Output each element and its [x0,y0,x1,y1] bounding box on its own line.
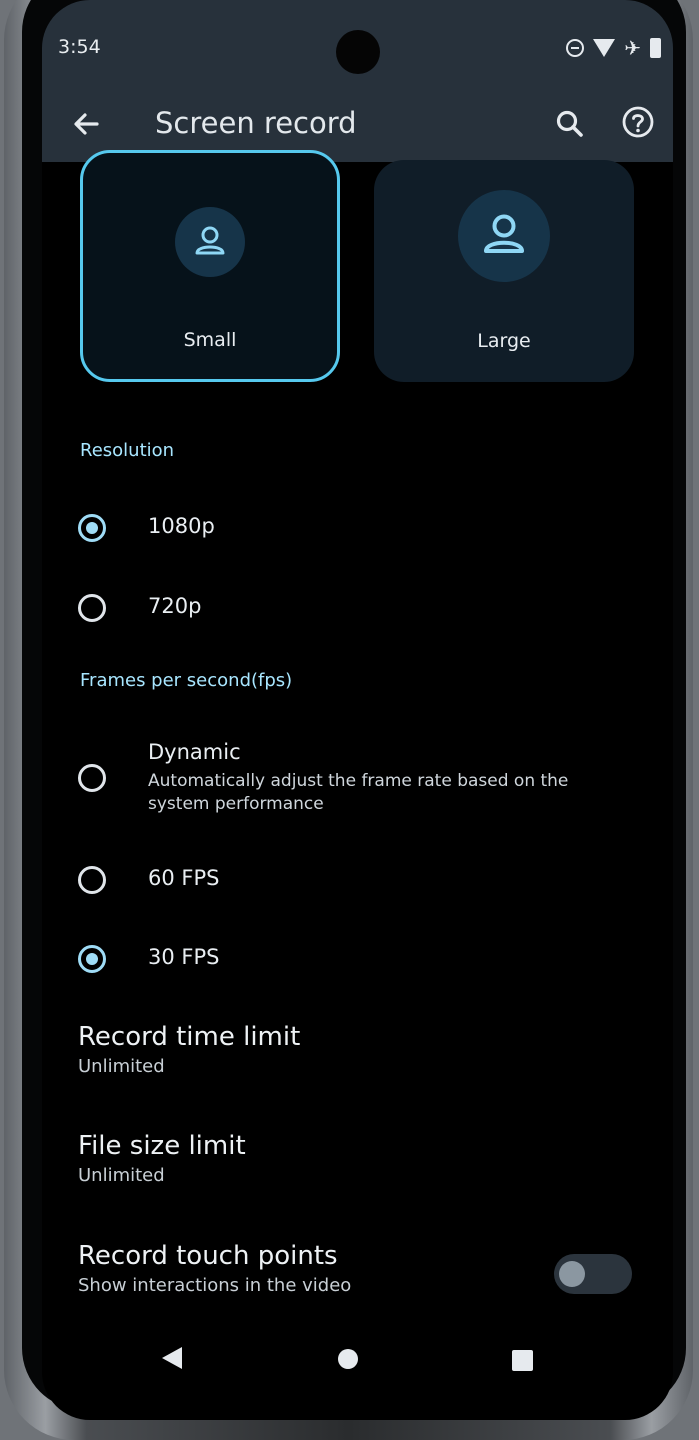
resolution-heading: Resolution [80,440,175,461]
page-title: Screen record [155,106,357,140]
setting-description: Show interactions in the video [78,1275,352,1296]
help-icon[interactable] [616,100,660,144]
screen: 3:54 ✈ Screen record Small Large Resolut… [42,0,673,1420]
radio-description: Automatically adjust the frame rate base… [148,771,569,814]
fps-heading: Frames per second(fps) [80,670,293,691]
airplane-icon: ✈ [624,36,641,60]
record-touch-points-toggle[interactable] [554,1254,632,1294]
radio-label: 720p [148,594,202,618]
file-size-limit-setting[interactable]: File size limit Unlimited [78,1131,578,1186]
nav-recents-icon[interactable] [512,1350,533,1371]
toggle-thumb [559,1261,585,1287]
radio-selected-icon[interactable] [78,945,106,973]
do-not-disturb-icon [566,39,585,57]
setting-title: File size limit [78,1131,246,1161]
battery-icon [650,38,661,58]
search-icon[interactable] [550,104,590,144]
size-card-label: Small [183,329,237,351]
back-arrow-icon[interactable] [68,106,104,142]
radio-selected-icon[interactable] [78,514,106,542]
wifi-icon [593,39,616,57]
nav-back-icon[interactable] [162,1347,182,1369]
setting-title: Record time limit [78,1022,301,1052]
setting-title: Record touch points [78,1241,338,1271]
status-time: 3:54 [58,36,101,58]
setting-value: Unlimited [78,1056,165,1077]
record-touch-points-setting[interactable]: Record touch points Show interactions in… [78,1241,578,1296]
size-card-small[interactable]: Small [80,150,340,382]
radio-label: 60 FPS [148,866,220,890]
record-time-limit-setting[interactable]: Record time limit Unlimited [78,1022,578,1077]
person-icon [458,190,550,282]
size-card-label: Large [477,330,531,352]
front-camera [336,30,380,74]
person-icon [175,207,245,277]
status-bar: 3:54 ✈ [42,0,673,100]
radio-label: 1080p [148,514,215,538]
radio-unselected-icon[interactable] [78,764,106,792]
radio-label: Dynamic [148,740,241,764]
setting-value: Unlimited [78,1165,165,1186]
nav-home-icon[interactable] [338,1349,358,1369]
radio-unselected-icon[interactable] [78,866,106,894]
size-card-large[interactable]: Large [374,160,634,382]
radio-label: 30 FPS [148,945,220,969]
radio-unselected-icon[interactable] [78,594,106,622]
